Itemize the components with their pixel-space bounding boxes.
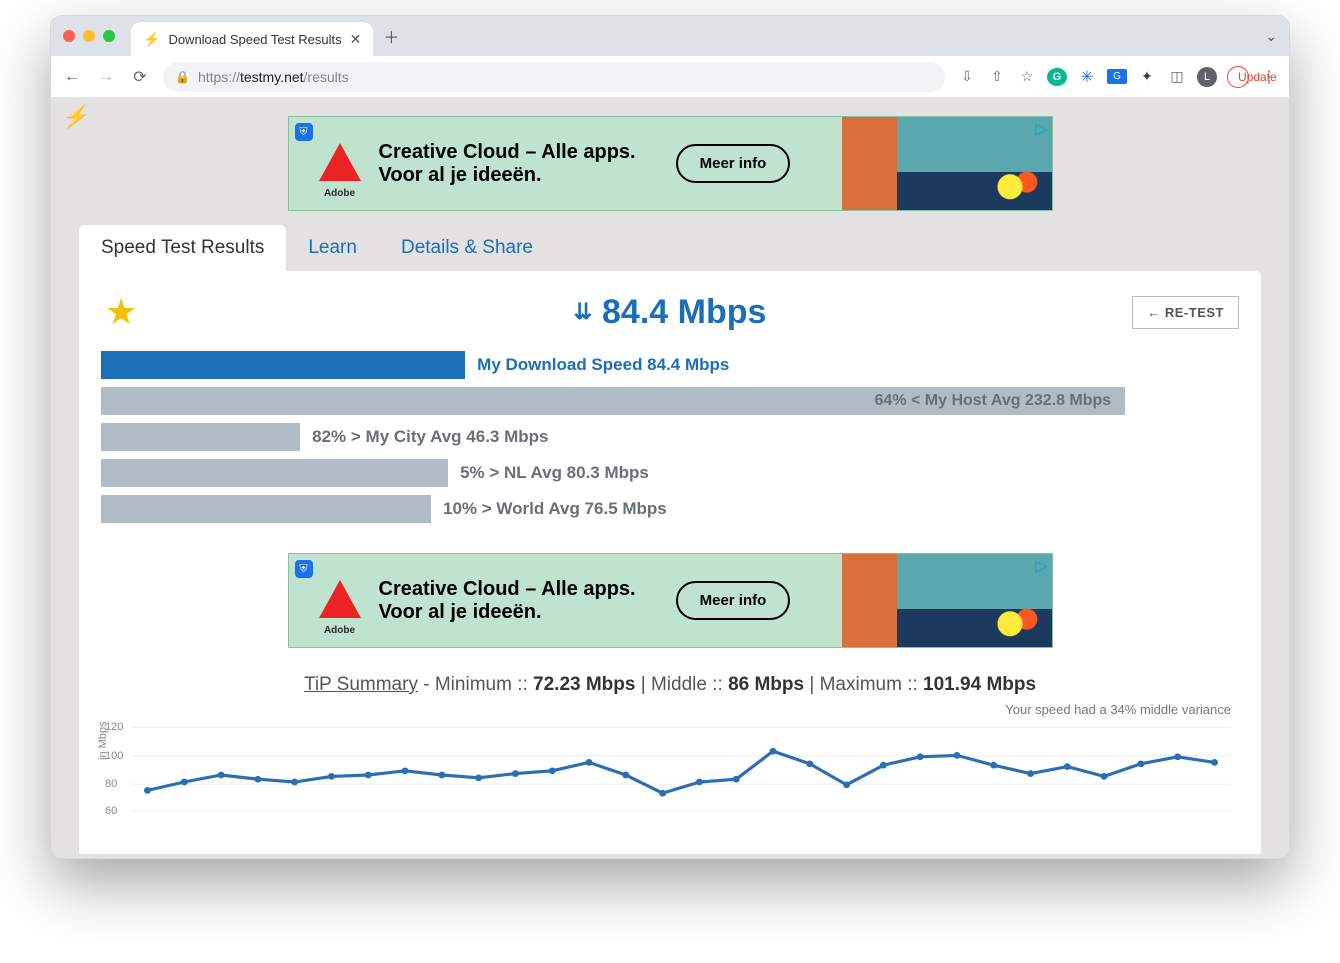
variance-note: Your speed had a 34% middle variance [101,702,1231,717]
bar-city-avg: 82% > My City Avg 46.3 Mbps [101,423,1239,451]
install-app-icon[interactable]: ⇩ [957,68,977,85]
bar-my-speed-label: My Download Speed 84.4 Mbps [477,355,729,375]
bar-host-avg-label: 64% < My Host Avg 232.8 Mbps [101,392,1125,410]
adobe-logo-icon: Adobe [319,143,361,185]
tab-speed-test-results[interactable]: Speed Test Results [79,225,286,271]
browser-tab[interactable]: ⚡ Download Speed Test Results ✕ [131,22,373,56]
tip-line-chart: in Mbps 120 100 80 60 [131,719,1231,824]
browser-toolbar: ← → ⟳ 🔒 https://testmy.net/results ⇩ ⇧ ☆… [51,56,1289,98]
ad-banner[interactable]: ⛨ ▷ Adobe Creative Cloud – Alle apps. Vo… [288,116,1053,211]
ad-banner[interactable]: ⛨ ▷ Adobe Creative Cloud – Alle apps. Vo… [288,553,1053,648]
url-scheme: https:// [198,69,240,85]
minimize-window-button[interactable] [83,30,95,42]
bar-my-speed: My Download Speed 84.4 Mbps [101,351,1239,379]
page-body: ⚡ ⛨ ▷ Adobe Creative Cloud – Alle apps. … [51,98,1289,858]
result-headline: ★ ⇊ 84.4 Mbps ← RE-TEST [101,291,1239,333]
bar-world-avg: 10% > World Avg 76.5 Mbps [101,495,1239,523]
results-panel: ★ ⇊ 84.4 Mbps ← RE-TEST My Download Spee… [79,271,1261,854]
forward-button[interactable]: → [95,68,117,86]
tip-summary-link[interactable]: TiP Summary [304,674,418,695]
tab-details-share[interactable]: Details & Share [379,225,555,271]
ad-image [842,117,1052,210]
maximize-window-button[interactable] [103,30,115,42]
tabs-overflow-icon[interactable]: ⌄ [1265,28,1277,45]
tab-learn[interactable]: Learn [286,225,379,271]
ad-privacy-icon[interactable]: ⛨ [295,123,313,141]
share-icon[interactable]: ⇧ [987,68,1007,85]
download-arrow-icon: ⇊ [574,299,592,325]
chart-svg [131,719,1231,824]
grammarly-extension-icon[interactable]: G [1047,68,1067,86]
bar-world-avg-label: 10% > World Avg 76.5 Mbps [443,499,667,519]
bar-host-avg: 64% < My Host Avg 232.8 Mbps [101,387,1239,415]
extensions-puzzle-icon[interactable]: ✦ [1137,68,1157,85]
new-tab-button[interactable]: ＋ [383,24,399,48]
ad-info-icon[interactable]: ▷ [1035,556,1047,576]
toolbar-icons: ⇩ ⇧ ☆ G ✳ G ✦ ◫ L Update ⋮ [957,66,1279,88]
window-titlebar: ⚡ Download Speed Test Results ✕ ＋ ⌄ [51,16,1289,56]
ad-cta-button[interactable]: Meer info [676,581,791,620]
browser-menu-icon[interactable]: ⋮ [1259,67,1279,87]
content-tabs: Speed Test Results Learn Details & Share [51,225,1289,271]
tab-title: Download Speed Test Results [168,32,341,47]
side-panel-icon[interactable]: ◫ [1167,68,1187,85]
ad-slot-mid: ⛨ ▷ Adobe Creative Cloud – Alle apps. Vo… [101,531,1239,660]
address-bar[interactable]: 🔒 https://testmy.net/results [163,62,945,92]
bookmark-star-icon[interactable]: ☆ [1017,68,1037,85]
ad-cta-button[interactable]: Meer info [676,144,791,183]
bar-country-avg: 5% > NL Avg 80.3 Mbps [101,459,1239,487]
url-path: /results [304,69,349,85]
favorite-star-icon[interactable]: ★ [105,291,137,333]
bar-country-avg-label: 5% > NL Avg 80.3 Mbps [460,463,649,483]
window-controls [63,30,115,42]
ad-privacy-icon[interactable]: ⛨ [295,560,313,578]
ad-copy: Creative Cloud – Alle apps. Voor al je i… [379,141,636,187]
lock-icon: 🔒 [175,70,190,84]
site-logo-icon[interactable]: ⚡ [61,104,93,130]
ad-image [842,554,1052,647]
download-speed-headline: ⇊ 84.4 Mbps [574,293,767,332]
url-host: testmy.net [240,69,304,85]
close-tab-icon[interactable]: ✕ [350,31,362,48]
google-translate-extension-icon[interactable]: G [1107,69,1127,84]
ad-slot-top: ⛨ ▷ Adobe Creative Cloud – Alle apps. Vo… [51,98,1289,225]
browser-window: ⚡ Download Speed Test Results ✕ ＋ ⌄ ← → … [50,15,1290,859]
back-button[interactable]: ← [61,68,83,86]
close-window-button[interactable] [63,30,75,42]
site-favicon-icon: ⚡ [143,31,160,48]
extension-icon[interactable]: ✳ [1077,67,1097,87]
bar-city-avg-label: 82% > My City Avg 46.3 Mbps [312,427,548,447]
retest-button[interactable]: ← RE-TEST [1132,296,1239,329]
ad-copy: Creative Cloud – Alle apps. Voor al je i… [379,578,636,624]
profile-avatar[interactable]: L [1197,67,1217,87]
reload-button[interactable]: ⟳ [129,67,151,87]
adobe-logo-icon: Adobe [319,580,361,622]
ad-info-icon[interactable]: ▷ [1035,119,1047,139]
tip-summary: TiP Summary - Minimum :: 72.23 Mbps | Mi… [101,674,1239,696]
update-button[interactable]: Update [1227,66,1249,88]
